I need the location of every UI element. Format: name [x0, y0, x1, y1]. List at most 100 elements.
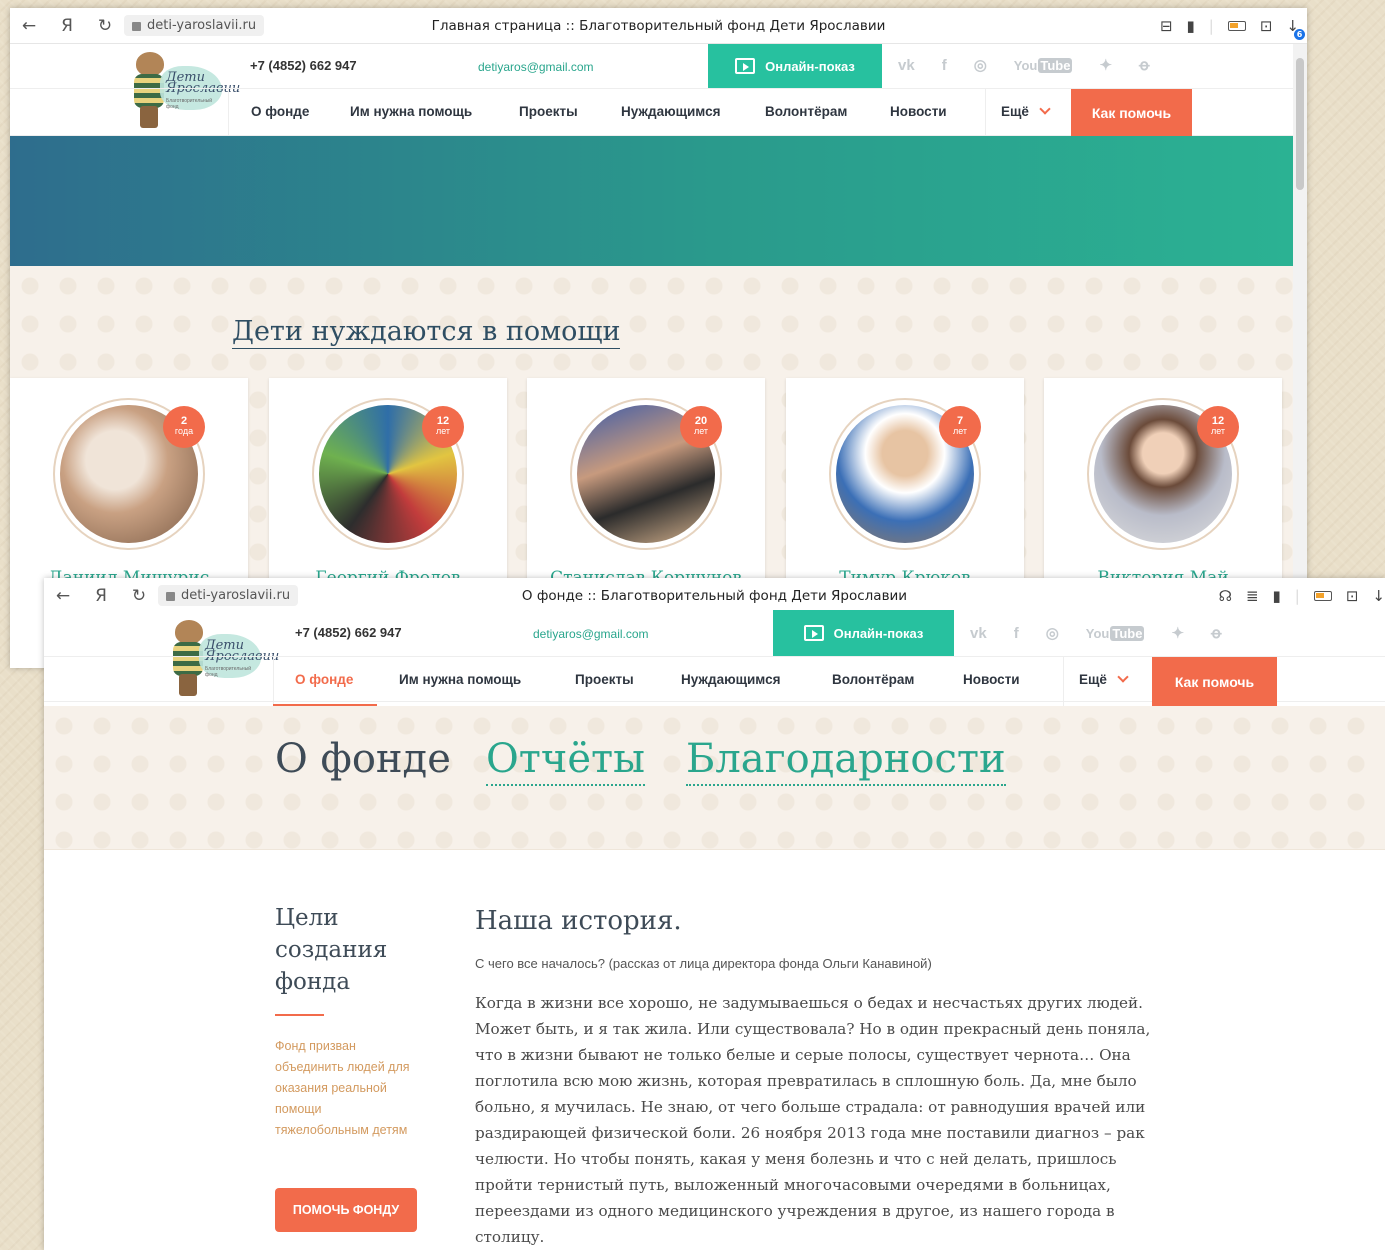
back-icon[interactable]: ←: [10, 16, 48, 36]
lock-icon: [132, 22, 141, 31]
nav-news[interactable]: Новости: [963, 672, 1020, 687]
twitter-icon[interactable]: ✦: [1171, 624, 1184, 642]
age-badge: 20 лет: [680, 406, 722, 448]
browser-window-home: Главная страница :: Благотворительный фо…: [10, 8, 1307, 668]
odnoklassniki-icon[interactable]: ꝋ: [1211, 624, 1222, 642]
email-link[interactable]: detiyaros@gmail.com: [478, 60, 594, 74]
url-text: deti-yaroslavii.ru: [181, 588, 291, 603]
phone-number[interactable]: +7 (4852) 662 947: [295, 625, 402, 640]
twitter-icon[interactable]: ✦: [1099, 56, 1112, 74]
nav-need-help[interactable]: Им нужна помощь: [399, 672, 521, 687]
reader-mode-icon[interactable]: ≣: [1246, 587, 1259, 605]
back-icon[interactable]: ←: [44, 586, 82, 606]
instagram-icon[interactable]: ◎: [1046, 624, 1059, 642]
facebook-icon[interactable]: f: [1014, 625, 1019, 642]
tab-about-current: О фонде: [275, 736, 451, 782]
browser-window-about: О фонде :: Благотворительный фонд Дети Я…: [44, 578, 1385, 1250]
bear-logo-icon: [175, 620, 203, 644]
main-navigation: О фонде Им нужна помощь Проекты Нуждающи…: [10, 88, 1307, 137]
online-show-label: Онлайн-показ: [833, 625, 924, 641]
phone-number[interactable]: +7 (4852) 662 947: [250, 58, 357, 73]
yandex-icon[interactable]: Я: [48, 16, 86, 36]
nav-volunteers[interactable]: Волонтёрам: [765, 104, 847, 119]
chevron-down-icon: [1039, 102, 1051, 115]
browser-toolbar: О фонде :: Благотворительный фонд Дети Я…: [44, 578, 1385, 614]
how-to-help-button[interactable]: Как помочь: [1071, 89, 1192, 136]
chevron-down-icon: [1117, 670, 1129, 683]
nav-news[interactable]: Новости: [890, 104, 947, 119]
youtube-icon[interactable]: You Tube: [1086, 625, 1145, 641]
film-icon: [735, 58, 756, 74]
headphones-icon[interactable]: ☊: [1219, 587, 1232, 605]
vk-icon[interactable]: vk: [898, 57, 915, 74]
address-bar[interactable]: deti-yaroslavii.ru: [158, 585, 299, 606]
download-icon[interactable]: ↓: [1372, 587, 1385, 605]
battery-icon[interactable]: [1227, 21, 1246, 31]
age-badge: 12 лет: [1197, 406, 1239, 448]
email-link[interactable]: detiyaros@gmail.com: [533, 627, 649, 641]
toolbar-separator: |: [1208, 17, 1214, 35]
bookmark-icon[interactable]: ▮: [1273, 587, 1281, 605]
address-bar[interactable]: deti-yaroslavii.ru: [124, 15, 265, 36]
online-show-button[interactable]: Онлайн-показ: [708, 44, 882, 88]
toolbar-separator: |: [1294, 587, 1300, 605]
social-links: vk f ◎ You Tube ✦ ꝋ: [970, 624, 1222, 643]
age-badge: 7 лет: [939, 406, 981, 448]
url-text: deti-yaroslavii.ru: [147, 18, 257, 33]
download-count-badge: 6: [1294, 29, 1305, 40]
nav-projects[interactable]: Проекты: [519, 104, 578, 119]
extension-icon[interactable]: ⊟: [1160, 17, 1173, 35]
how-to-help-button[interactable]: Как помочь: [1152, 657, 1277, 706]
vk-icon[interactable]: vk: [970, 625, 987, 642]
online-show-label: Онлайн-показ: [765, 58, 855, 74]
help-fund-button[interactable]: ПОМОЧЬ ФОНДУ: [275, 1188, 417, 1232]
nav-more[interactable]: Ещё: [1001, 102, 1051, 119]
age-badge: 2 года: [163, 406, 205, 448]
tab-thanks[interactable]: Благодарности: [686, 736, 1006, 786]
chat-icon[interactable]: ⊡: [1346, 587, 1359, 605]
nav-volunteers[interactable]: Волонтёрам: [832, 672, 914, 687]
nav-more[interactable]: Ещё: [1079, 670, 1129, 687]
article-lead: С чего все началось? (рассказ от лица ди…: [475, 956, 932, 971]
bookmark-icon[interactable]: ▮: [1187, 17, 1195, 35]
tab-reports[interactable]: Отчёты: [486, 736, 646, 786]
article-body: Когда в жизни все хорошо, не задумываешь…: [475, 994, 1151, 1246]
film-icon: [803, 625, 824, 641]
odnoklassniki-icon[interactable]: ꝋ: [1139, 56, 1150, 74]
aside-divider: [275, 1014, 324, 1016]
bear-logo-icon: [136, 52, 164, 76]
browser-actions: ⊟ ▮ | ⊡ ↓ 6: [1160, 8, 1305, 44]
aside-text: Фонд призван объединить людей для оказан…: [275, 1039, 410, 1137]
nav-needy[interactable]: Нуждающимся: [621, 104, 720, 119]
browser-toolbar: Главная страница :: Благотворительный фо…: [10, 8, 1307, 44]
article-title: Наша история.: [475, 906, 682, 936]
youtube-icon[interactable]: You Tube: [1014, 57, 1073, 73]
age-badge: 12 лет: [422, 406, 464, 448]
nav-projects[interactable]: Проекты: [575, 672, 634, 687]
page-scrollbar[interactable]: [1293, 44, 1307, 668]
nav-need-help[interactable]: Им нужна помощь: [350, 104, 472, 119]
facebook-icon[interactable]: f: [942, 57, 947, 74]
browser-actions: ☊ ≣ ▮ | ⊡ ↓: [1219, 578, 1385, 614]
instagram-icon[interactable]: ◎: [974, 56, 987, 74]
download-icon[interactable]: ↓ 6: [1286, 17, 1305, 40]
hero-banner: [10, 136, 1293, 266]
nav-about[interactable]: О фонде: [295, 672, 353, 687]
social-links: vk f ◎ You Tube ✦ ꝋ: [898, 56, 1150, 75]
reload-icon[interactable]: ↻: [86, 16, 124, 36]
section-title[interactable]: Дети нуждаются в помощи: [232, 316, 621, 349]
about-content: Цели создания фонда Фонд призван объедин…: [44, 850, 1385, 1250]
chat-icon[interactable]: ⊡: [1260, 17, 1273, 35]
reload-icon[interactable]: ↻: [120, 586, 158, 606]
yandex-icon[interactable]: Я: [82, 586, 120, 606]
main-navigation: О фонде Им нужна помощь Проекты Нуждающи…: [44, 656, 1385, 707]
page-tabs: О фонде Отчёты Благодарности: [44, 706, 1385, 850]
nav-about[interactable]: О фонде: [251, 104, 309, 119]
aside-title: Цели создания фонда: [275, 905, 388, 995]
nav-needy[interactable]: Нуждающимся: [681, 672, 780, 687]
scrollbar-thumb[interactable]: [1296, 58, 1304, 190]
site-header: Дети Ярославии Благотворительный фонд +7…: [44, 610, 1385, 707]
battery-icon[interactable]: [1313, 591, 1332, 601]
online-show-button[interactable]: Онлайн-показ: [773, 610, 954, 656]
site-header: Дети Ярославии Благотворительный фонд +7…: [10, 44, 1307, 137]
